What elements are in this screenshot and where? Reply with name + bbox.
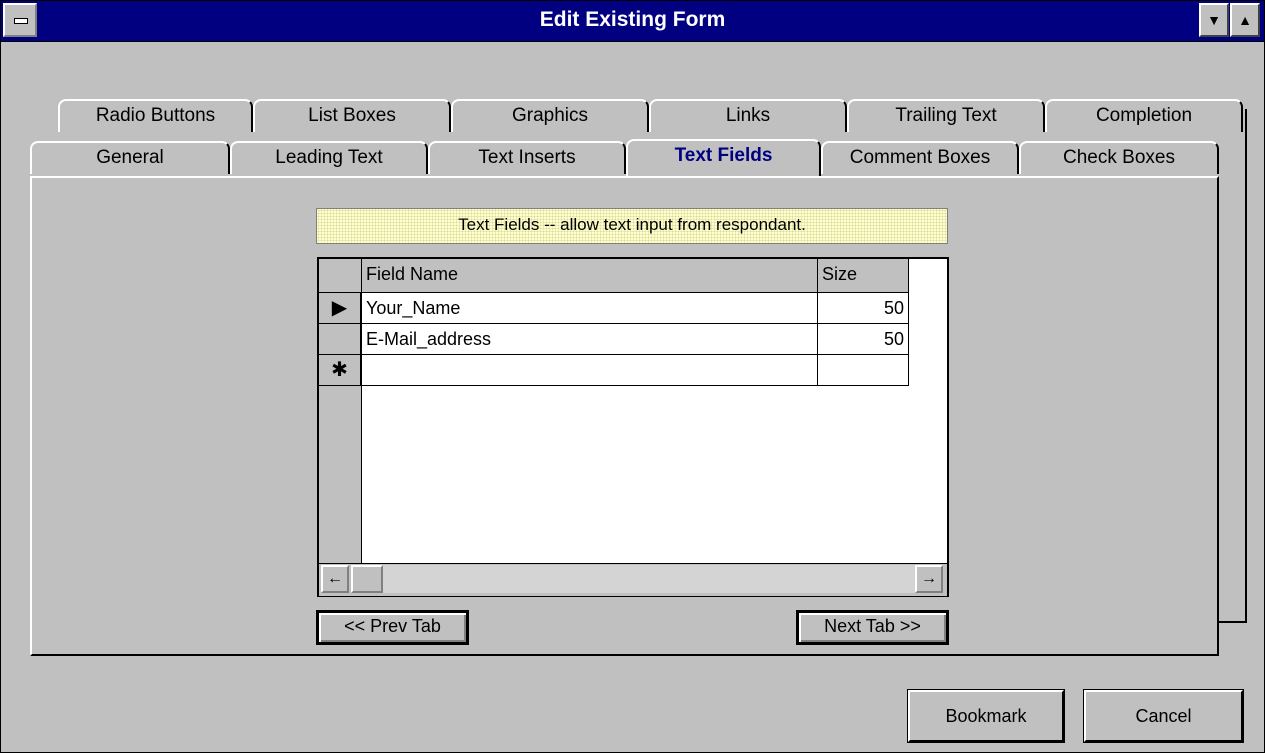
help-banner: Text Fields -- allow text input from res… bbox=[316, 208, 948, 244]
edit-form-window: Edit Existing Form ▼ ▲ Radio Buttons Lis… bbox=[0, 0, 1265, 753]
cancel-button[interactable]: Cancel bbox=[1083, 689, 1244, 743]
new-record-icon[interactable]: ✱ bbox=[319, 355, 361, 385]
tab-list-boxes[interactable]: List Boxes bbox=[253, 99, 451, 132]
window-title: Edit Existing Form bbox=[539, 8, 726, 31]
scroll-thumb[interactable] bbox=[351, 565, 383, 593]
field-name-cell[interactable] bbox=[362, 355, 818, 385]
new-record-row[interactable]: ✱ bbox=[319, 355, 909, 386]
size-cell[interactable]: 50 bbox=[818, 293, 909, 323]
tab-comment-boxes[interactable]: Comment Boxes bbox=[821, 141, 1019, 174]
table-row[interactable]: E-Mail_address 50 bbox=[319, 324, 909, 355]
field-name-cell[interactable]: Your_Name bbox=[362, 293, 818, 323]
left-arrow-icon: ← bbox=[327, 570, 343, 587]
scroll-track[interactable] bbox=[383, 565, 915, 593]
select-all-cell[interactable] bbox=[319, 259, 362, 292]
right-arrow-icon: → bbox=[921, 570, 937, 587]
tab-leading-text[interactable]: Leading Text bbox=[230, 141, 428, 174]
minimize-button[interactable]: ▼ bbox=[1199, 3, 1229, 37]
tab-text-inserts[interactable]: Text Inserts bbox=[428, 141, 626, 174]
tab-trailing-text[interactable]: Trailing Text bbox=[847, 99, 1045, 132]
current-record-icon[interactable]: ▶ bbox=[319, 293, 361, 323]
scroll-right-button[interactable]: → bbox=[915, 565, 943, 593]
column-header-field-name[interactable]: Field Name bbox=[362, 259, 818, 292]
horizontal-scrollbar[interactable]: ← → bbox=[319, 563, 947, 596]
tab-general[interactable]: General bbox=[30, 141, 230, 174]
fields-datasheet[interactable]: Field Name Size ▶ Your_Name 50 E-Mail_ad… bbox=[317, 257, 949, 597]
bookmark-button[interactable]: Bookmark bbox=[907, 689, 1065, 743]
tab-check-boxes[interactable]: Check Boxes bbox=[1019, 141, 1219, 174]
title-bar[interactable]: Edit Existing Form ▼ ▲ bbox=[1, 1, 1264, 42]
tab-text-fields[interactable]: Text Fields bbox=[626, 139, 821, 176]
size-cell[interactable]: 50 bbox=[818, 324, 909, 354]
tab-completion[interactable]: Completion bbox=[1045, 99, 1243, 132]
column-header-size[interactable]: Size bbox=[818, 259, 909, 292]
up-arrow-icon: ▲ bbox=[1238, 12, 1252, 28]
down-arrow-icon: ▼ bbox=[1207, 12, 1221, 28]
scroll-left-button[interactable]: ← bbox=[321, 565, 349, 593]
prev-tab-button[interactable]: << Prev Tab bbox=[316, 610, 469, 645]
field-name-cell[interactable]: E-Mail_address bbox=[362, 324, 818, 354]
size-cell[interactable] bbox=[818, 355, 909, 385]
tab-links[interactable]: Links bbox=[649, 99, 847, 132]
table-row[interactable]: ▶ Your_Name 50 bbox=[319, 293, 909, 324]
next-tab-button[interactable]: Next Tab >> bbox=[796, 610, 949, 645]
tab-graphics[interactable]: Graphics bbox=[451, 99, 649, 132]
record-selector[interactable] bbox=[319, 324, 361, 354]
tab-radio-buttons[interactable]: Radio Buttons bbox=[58, 99, 253, 132]
maximize-button[interactable]: ▲ bbox=[1230, 3, 1260, 37]
grid-header: Field Name Size bbox=[319, 259, 909, 293]
